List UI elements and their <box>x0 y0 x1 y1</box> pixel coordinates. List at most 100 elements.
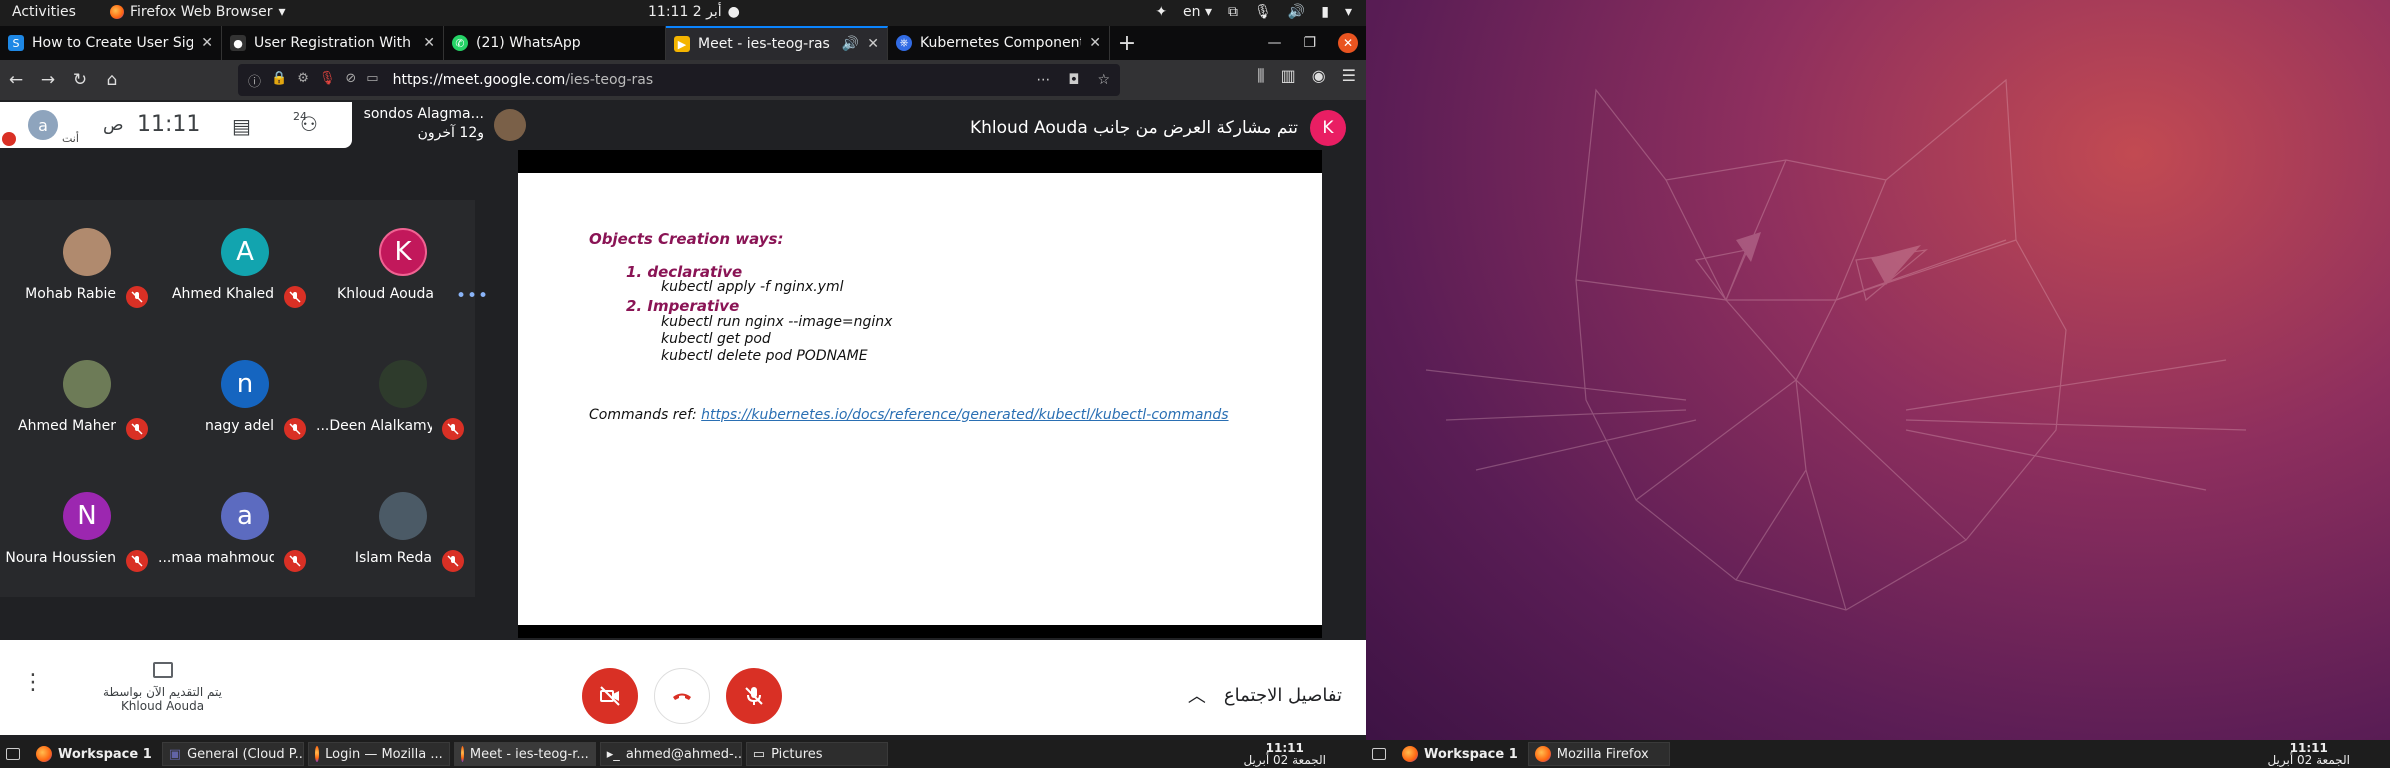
url-bar[interactable]: ⓘ 🔒 ⚙ 🎙 ⊘ ▭ https://meet.google.com/ies-… <box>238 64 1120 96</box>
presenters-summary[interactable]: sondos Alagma... و12 آخرون <box>360 104 530 144</box>
meeting-controls: ⋮ يتم التقديم الآن بواسطة Khloud Aouda ︿ <box>0 640 1366 735</box>
taskbar-clock[interactable]: 11:11 الجمعة 02 أبريل <box>1243 742 1366 766</box>
presenter-name: Khloud Aouda <box>120 699 205 713</box>
firefox-icon <box>36 746 52 762</box>
meeting-details-button[interactable]: ︿ تفاصيل الاجتماع <box>1188 682 1342 708</box>
taskbar-clock[interactable]: 11:11 الجمعة 02 أبريل <box>2267 742 2390 766</box>
slide-reference-label: Commands ref: <box>589 407 702 423</box>
more-actions-icon[interactable]: ⋯ <box>1036 72 1050 88</box>
presenting-status[interactable]: يتم التقديم الآن بواسطة Khloud Aouda <box>80 662 245 713</box>
app-menu[interactable]: Firefox Web Browser ▾ <box>110 4 286 20</box>
taskbar-item-firefox[interactable]: Mozilla Firefox <box>1527 742 1670 766</box>
workspace-label: Workspace 1 <box>1424 746 1518 762</box>
presenting-label: يتم التقديم الآن بواسطة <box>103 685 222 699</box>
close-tab-icon[interactable]: ✕ <box>423 35 435 51</box>
taskbar-left: Workspace 1 ▣ General (Cloud P... Login —… <box>0 740 1366 768</box>
taskbar-item-teams[interactable]: ▣ General (Cloud P... <box>161 742 304 766</box>
taskbar-right: Workspace 1 Mozilla Firefox 11:11 الجمعة … <box>1366 740 2390 768</box>
site-info-icons[interactable]: ⓘ 🔒 ⚙ 🎙 ⊘ ▭ <box>248 71 379 90</box>
time-ampm: ص <box>103 115 124 135</box>
clock-label: 11:11 2 أبر <box>648 4 722 20</box>
forward-button[interactable]: → <box>32 64 64 96</box>
participant-name: Noura Houssien <box>5 550 116 566</box>
avatar <box>379 492 427 540</box>
tab-meet[interactable]: ▶ Meet - ies-teog-ras 🔊 ✕ <box>666 26 888 60</box>
back-button[interactable]: ← <box>0 64 32 96</box>
participant-tile[interactable]: n nagy adel <box>158 332 316 464</box>
restore-icon[interactable]: ❐ <box>1303 35 1316 51</box>
taskbar-item-terminal[interactable]: ▸_ ahmed@ahmed-... <box>599 742 742 766</box>
leave-call-button[interactable] <box>654 668 710 724</box>
speaker-icon[interactable]: 🔊 <box>842 36 859 52</box>
tab-whatsapp[interactable]: ✆ (21) WhatsApp <box>444 26 666 60</box>
tab-user-registration[interactable]: ● User Registration With E ✕ <box>222 26 444 60</box>
participant-tile[interactable]: N Noura Houssien <box>0 464 158 596</box>
more-options-icon[interactable]: ⋮ <box>22 670 44 695</box>
show-desktop-icon[interactable] <box>0 742 26 766</box>
participant-tile[interactable]: Islam Reda <box>316 464 474 596</box>
new-tab-button[interactable]: + <box>1110 26 1144 60</box>
url-path: /ies-teog-ras <box>565 72 654 88</box>
app-menu-label: Firefox Web Browser <box>130 4 273 20</box>
chat-icon[interactable]: ▤ <box>232 114 251 138</box>
close-tab-icon[interactable]: ✕ <box>867 36 879 52</box>
mic-toggle-button[interactable] <box>726 668 782 724</box>
home-button[interactable]: ⌂ <box>96 64 128 96</box>
power-menu-icon[interactable]: ▾ <box>1345 4 1352 20</box>
avatar: K <box>1310 110 1346 146</box>
participant-tile[interactable]: Mohab Rabie <box>0 200 158 332</box>
menu-icon[interactable]: ☰ <box>1342 66 1356 86</box>
library-icon[interactable]: ⫼ <box>1257 66 1264 86</box>
taskbar-item-firefox-login[interactable]: Login — Mozilla ... <box>307 742 450 766</box>
tab-how-to-create-user[interactable]: S How to Create User Sign ✕ <box>0 26 222 60</box>
camera-toggle-button[interactable] <box>582 668 638 724</box>
taskbar-item-firefox-meet[interactable]: Meet - ies-teog-r... <box>453 742 596 766</box>
taskbar-item-pictures[interactable]: ▭ Pictures <box>745 742 888 766</box>
workspace-switcher[interactable]: Workspace 1 <box>30 742 158 766</box>
muted-indicator-icon <box>2 132 16 146</box>
avatar <box>63 360 111 408</box>
participant-name: Islam Reda <box>354 550 432 566</box>
participant-tile[interactable]: a ...maa mahmoud <box>158 464 316 596</box>
chevron-up-icon: ︿ <box>1187 686 1206 707</box>
pocket-icon[interactable]: ◘ <box>1068 72 1079 88</box>
participant-name: Mohab Rabie <box>25 286 116 302</box>
clock-menu[interactable]: 11:11 2 أبر ● <box>648 4 740 20</box>
mic-off-icon <box>126 286 148 308</box>
account-icon[interactable]: ◉ <box>1312 66 1326 86</box>
speaking-indicator-icon: ••• <box>456 286 490 306</box>
mic-off-icon <box>126 550 148 572</box>
sidebar-icon[interactable]: ▥ <box>1281 66 1296 86</box>
bookmark-star-icon[interactable]: ☆ <box>1097 72 1110 88</box>
tab-favicon-icon: ● <box>230 35 246 51</box>
participant-tile[interactable]: ...Deen Alalkamy <box>316 332 474 464</box>
accessibility-icon[interactable]: ✦ <box>1155 4 1167 20</box>
url-actions: ⋯ ◘ ☆ <box>1036 72 1110 88</box>
minimize-icon[interactable]: — <box>1267 35 1281 51</box>
close-window-button[interactable]: ✕ <box>1338 33 1358 53</box>
volume-icon[interactable]: 🔊 <box>1288 4 1305 20</box>
avatar <box>63 228 111 276</box>
battery-icon[interactable]: ▮ <box>1321 4 1329 20</box>
mic-off-icon <box>745 687 763 705</box>
participant-tile[interactable]: K Khloud Aouda ••• <box>316 200 488 332</box>
participant-tile[interactable]: Ahmed Maher <box>0 332 158 464</box>
participant-tile[interactable]: A Ahmed Khaled <box>158 200 316 332</box>
people-icon[interactable]: ⚇ <box>300 112 318 136</box>
meeting-details-label: تفاصيل الاجتماع <box>1223 684 1342 706</box>
reload-button[interactable]: ↻ <box>64 64 96 96</box>
participant-name: Ahmed Khaled <box>171 286 274 302</box>
microphone-icon[interactable]: 🎙 <box>1254 4 1272 20</box>
tab-kubernetes[interactable]: ⎈ Kubernetes Components ✕ <box>888 26 1110 60</box>
camera-off-icon: ⊘ <box>345 70 357 86</box>
close-tab-icon[interactable]: ✕ <box>201 35 213 51</box>
language-selector[interactable]: en ▾ <box>1183 4 1212 20</box>
presenter-others: و12 آخرون <box>417 125 484 141</box>
network-icon[interactable]: ⧉ <box>1228 4 1238 20</box>
slide-command: kubectl run nginx --image=nginx <box>661 314 893 330</box>
chevron-down-icon: ▾ <box>278 4 286 20</box>
close-tab-icon[interactable]: ✕ <box>1089 35 1101 51</box>
show-desktop-icon[interactable] <box>1366 742 1392 766</box>
activities-button[interactable]: Activities <box>12 4 76 20</box>
workspace-switcher[interactable]: Workspace 1 <box>1396 742 1524 766</box>
